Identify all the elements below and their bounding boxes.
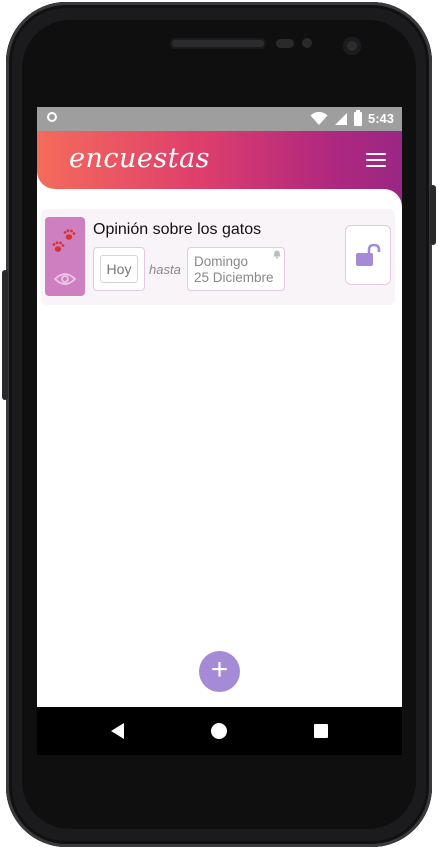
status-time: 5:43 — [367, 111, 394, 126]
unlocked-padlock-icon — [356, 244, 381, 266]
app-bar: encuestas — [37, 131, 402, 189]
cell-signal-icon — [334, 112, 347, 125]
notification-circle-icon — [47, 112, 57, 122]
proximity-sensor — [276, 39, 294, 48]
power-button — [430, 185, 436, 245]
home-icon[interactable] — [211, 723, 227, 739]
app-title: encuestas — [69, 143, 211, 174]
end-date-full: 25 Diciembre — [194, 270, 274, 285]
date-range-separator: hasta — [149, 262, 181, 277]
start-date-chip[interactable]: Hoy — [93, 247, 145, 291]
lock-toggle-button[interactable] — [345, 225, 391, 285]
poll-category-badge[interactable] — [45, 217, 85, 296]
battery-icon — [353, 109, 362, 126]
wifi-icon — [310, 111, 328, 125]
poll-title: Opinión sobre los gatos — [93, 221, 262, 238]
light-sensor — [302, 38, 312, 48]
add-icon: + — [210, 653, 229, 686]
front-camera — [343, 37, 361, 55]
earpiece-speaker — [170, 38, 266, 49]
paw-prints-icon — [52, 229, 76, 252]
end-date-day: Domingo — [194, 254, 249, 269]
bell-icon — [273, 250, 281, 259]
hamburger-menu-icon[interactable] — [366, 153, 386, 169]
system-navigation-bar — [37, 707, 402, 755]
add-poll-button[interactable]: + — [199, 651, 240, 692]
eye-icon[interactable] — [54, 271, 76, 287]
back-icon[interactable] — [111, 723, 124, 739]
main-content: Opinión sobre los gatos Hoy hasta Doming… — [37, 189, 402, 707]
end-date-chip[interactable]: Domingo 25 Diciembre — [187, 247, 285, 291]
poll-card[interactable]: Opinión sobre los gatos Hoy hasta Doming… — [41, 209, 395, 305]
volume-button — [2, 270, 8, 400]
start-date-label: Hoy — [100, 255, 138, 283]
content-surface: Opinión sobre los gatos Hoy hasta Doming… — [37, 189, 402, 707]
screen: 5:43 encuestas Opinión sobre los gatos H… — [37, 107, 402, 707]
recent-apps-icon[interactable] — [314, 724, 328, 738]
status-icons: 5:43 — [310, 109, 394, 126]
status-bar: 5:43 — [37, 107, 402, 131]
